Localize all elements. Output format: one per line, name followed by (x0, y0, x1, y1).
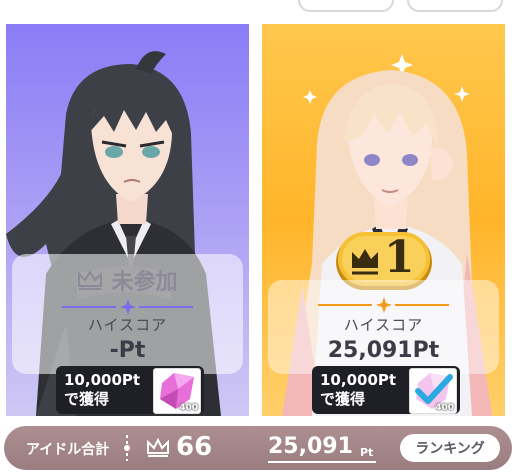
bottom-summary-bar: アイドル合計 66 25,091 Pt ランキング (4, 426, 512, 470)
divider (62, 299, 193, 315)
ranking-button[interactable]: ランキング (400, 434, 500, 462)
reward-threshold: 10,000Pt (320, 371, 397, 389)
crown-outline-icon (78, 270, 103, 290)
crown-count: 66 (176, 432, 213, 462)
gem-reward: 400 (153, 368, 201, 414)
status-panel: ハイスコア 25,091Pt (268, 280, 499, 374)
top-button-right[interactable] (407, 0, 503, 12)
gem-count: 400 (179, 403, 198, 413)
highscore-label: ハイスコア (343, 316, 424, 334)
reward-box[interactable]: 10,000Pt で獲得 400 (56, 366, 204, 414)
reward-caption: で獲得 (64, 390, 110, 408)
not-participated-label: 未参加 (111, 270, 178, 295)
highscore-value: 25,091Pt (327, 338, 440, 363)
top-button-left[interactable] (298, 0, 394, 12)
divider (318, 297, 449, 313)
sparkle-icon (376, 297, 392, 313)
rank-number: 1 (384, 232, 415, 283)
gem-reward: 400 (409, 368, 457, 414)
separator (124, 435, 130, 461)
reward-threshold: 10,000Pt (64, 371, 141, 389)
status-panel: 未参加 ハイスコア -Pt (12, 254, 243, 374)
score-unit: Pt (360, 446, 374, 459)
highscore-label: ハイスコア (87, 316, 168, 334)
reward-caption: で獲得 (320, 390, 366, 408)
crown-icon (147, 438, 169, 457)
sparkle-icon (120, 299, 136, 315)
idol-card-right[interactable]: 1 ハイスコア 25,091Pt 10,000Pt で獲得 400 (262, 24, 505, 416)
reward-box[interactable]: 10,000Pt で獲得 400 (312, 366, 460, 414)
gem-count: 400 (435, 403, 454, 413)
idol-card-left[interactable]: 未参加 ハイスコア -Pt 10,000Pt で獲得 400 (6, 24, 249, 416)
idol-total-label: アイドル合計 (26, 442, 110, 458)
highscore-value: -Pt (109, 338, 146, 363)
